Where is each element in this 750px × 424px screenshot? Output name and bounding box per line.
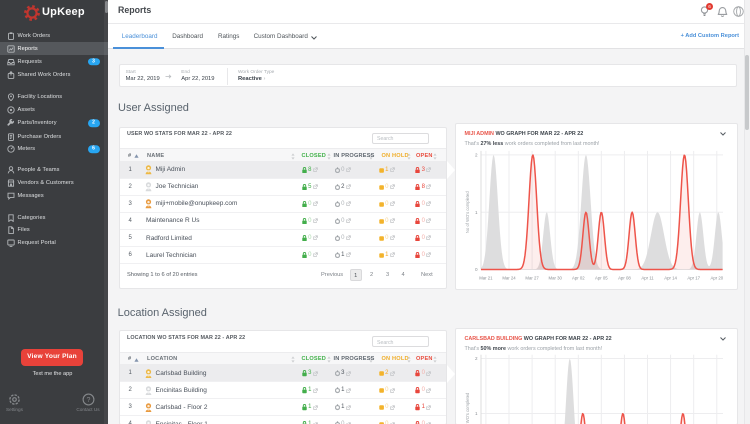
svg-text:Apr 17: Apr 17: [687, 275, 700, 280]
svg-text:1: 1: [475, 411, 478, 416]
svg-text:Apr 20: Apr 20: [710, 275, 723, 280]
svg-text:1: 1: [475, 209, 478, 214]
svg-text:Mar 21: Mar 21: [479, 275, 493, 280]
svg-text:Apr 05: Apr 05: [595, 275, 608, 280]
svg-text:?: ?: [86, 397, 90, 404]
svg-text:Apr 14: Apr 14: [664, 275, 677, 280]
svg-text:No of WO's completed: No of WO's completed: [465, 190, 470, 232]
svg-text:2: 2: [475, 356, 478, 361]
svg-text:Mar 30: Mar 30: [549, 275, 563, 280]
svg-text:0: 0: [475, 267, 478, 272]
svg-text:Apr 11: Apr 11: [641, 275, 654, 280]
svg-text:No of WO's completed: No of WO's completed: [465, 391, 470, 424]
svg-text:Mar 24: Mar 24: [502, 275, 516, 280]
svg-text:Apr 08: Apr 08: [618, 275, 631, 280]
svg-text:Apr 02: Apr 02: [572, 275, 585, 280]
svg-text:Mar 27: Mar 27: [525, 275, 539, 280]
svg-text:2: 2: [475, 152, 478, 157]
